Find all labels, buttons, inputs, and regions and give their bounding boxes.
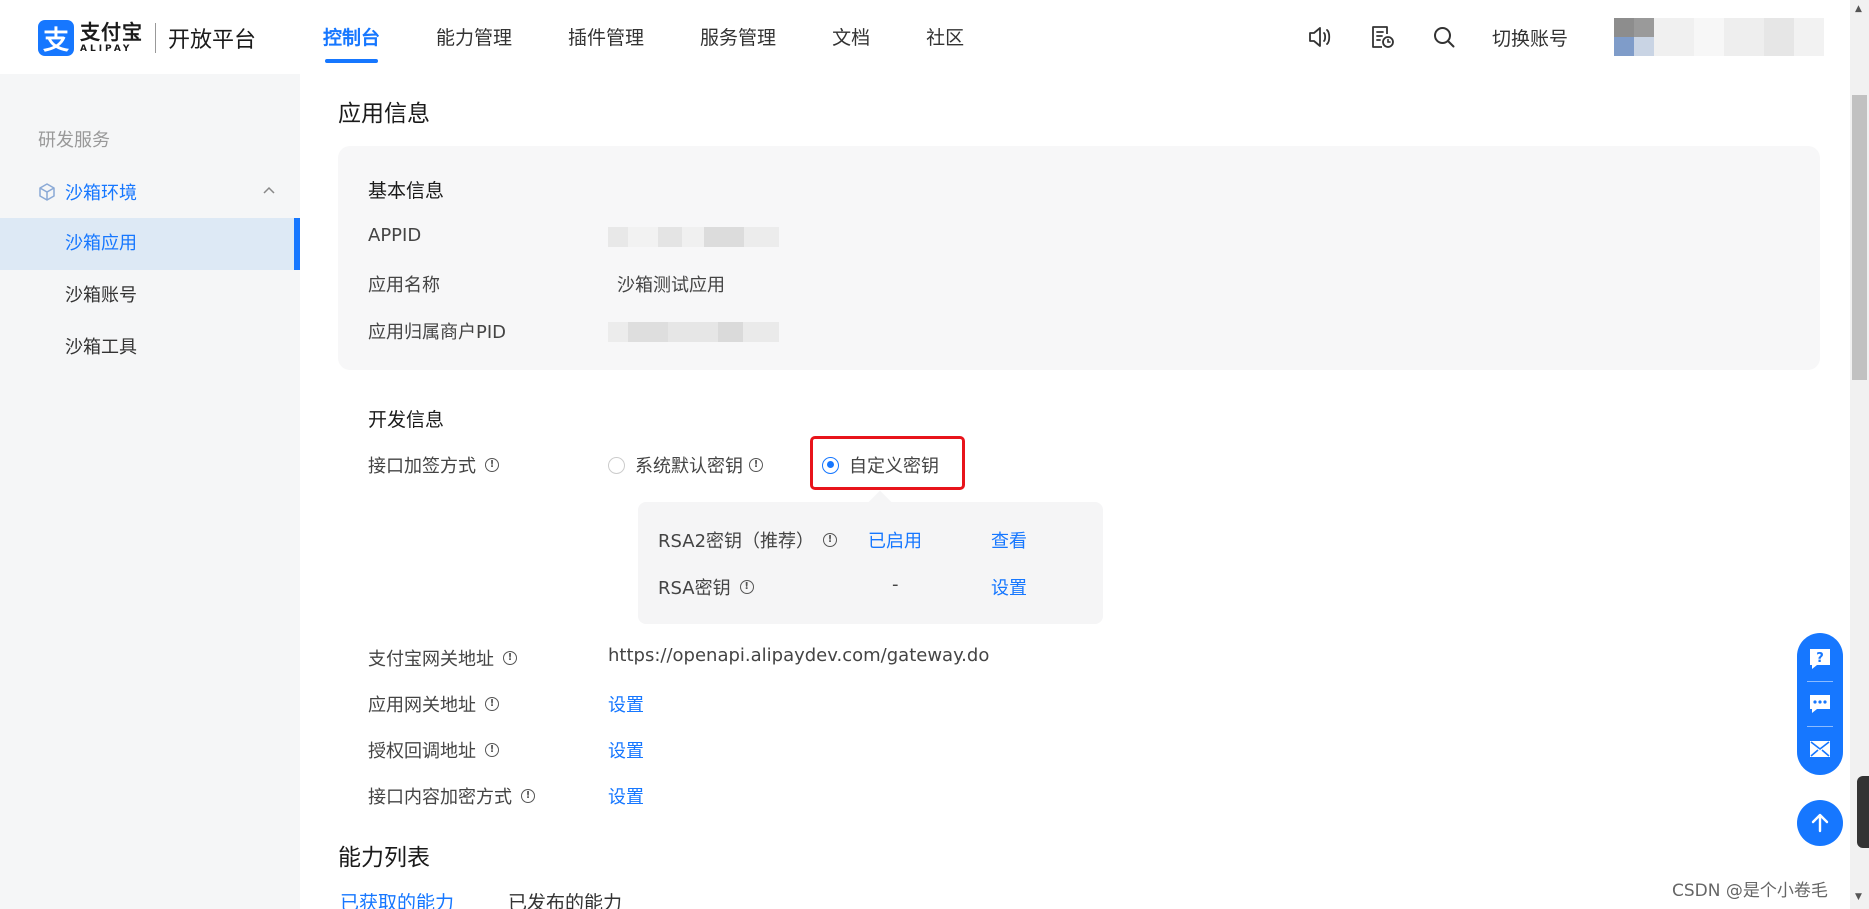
chat-icon[interactable]	[1806, 690, 1834, 718]
sidebar-item-sandbox-tools[interactable]: 沙箱工具	[0, 322, 300, 374]
search-icon[interactable]	[1430, 23, 1458, 51]
radio-button[interactable]	[608, 456, 625, 474]
arrow-up-icon	[1811, 813, 1829, 833]
speaker-icon[interactable]	[1306, 23, 1334, 51]
alipay-logo-icon: 支	[38, 20, 74, 56]
sidebar-item-sandbox-app[interactable]: 沙箱应用	[0, 218, 300, 270]
alipay-gateway-label: 支付宝网关地址!	[368, 645, 517, 671]
app-name-label: 应用名称	[368, 275, 440, 296]
appid-value	[608, 227, 779, 247]
rsa2-label: RSA2密钥（推荐）!	[658, 527, 838, 553]
platform-name: 开放平台	[168, 28, 257, 53]
content-encrypt-set-link[interactable]: 设置	[608, 783, 644, 809]
info-icon[interactable]: !	[521, 789, 535, 803]
app-name-value: 沙箱测试应用	[617, 275, 725, 296]
nav-console[interactable]: 控制台	[323, 0, 380, 74]
basic-info-title: 基本信息	[368, 180, 445, 202]
scroll-down-arrow-icon[interactable]: ▼	[1855, 892, 1862, 902]
logo-en-text: ALIPAY	[80, 44, 133, 54]
scroll-up-arrow-icon[interactable]: ▲	[1855, 4, 1862, 14]
rsa2-status: 已启用	[868, 531, 922, 552]
alipay-logo[interactable]: 支 支付宝 ALIPAY 开放平台	[38, 20, 256, 56]
rsa-set-link[interactable]: 设置	[991, 574, 1027, 600]
mail-icon[interactable]	[1806, 735, 1834, 763]
nav-community[interactable]: 社区	[926, 0, 964, 74]
ability-tabs: 已获取的能力 已发布的能力	[340, 888, 676, 909]
top-navigation-bar: 支 支付宝 ALIPAY 开放平台 控制台 能力管理 插件管理 服务管理 文档 …	[0, 0, 1850, 74]
logo-divider	[155, 23, 156, 53]
nav-service-management[interactable]: 服务管理	[700, 0, 776, 74]
switch-account-link[interactable]: 切换账号	[1492, 24, 1568, 51]
main-content: 应用信息 基本信息 APPID 应用名称 沙箱测试应用 应用归属商户PID 开发…	[300, 74, 1850, 909]
sidebar-item-sandbox-account[interactable]: 沙箱账号	[0, 270, 300, 322]
radio-system-default-key[interactable]: 系统默认密钥!	[608, 452, 763, 478]
watermark-text: CSDN @是个小卷毛	[1672, 881, 1828, 901]
info-icon[interactable]: !	[485, 697, 499, 711]
content-encrypt-label: 接口内容加密方式!	[368, 783, 535, 809]
app-gateway-label: 应用网关地址!	[368, 691, 499, 717]
logo-cn-text: 支付宝	[80, 20, 143, 44]
page-title: 应用信息	[338, 101, 430, 127]
sidebar: 研发服务 沙箱环境 沙箱应用 沙箱账号 沙箱工具	[0, 74, 300, 909]
app-gateway-set-link[interactable]: 设置	[608, 691, 644, 717]
header-actions: 切换账号	[1306, 0, 1850, 74]
nav-ability-management[interactable]: 能力管理	[436, 0, 512, 74]
appid-label: APPID	[368, 225, 422, 246]
rsa-label: RSA密钥!	[658, 574, 754, 600]
callback-url-set-link[interactable]: 设置	[608, 737, 644, 763]
info-icon[interactable]: !	[749, 458, 763, 472]
tab-acquired-abilities[interactable]: 已获取的能力	[340, 888, 454, 909]
tab-published-abilities[interactable]: 已发布的能力	[508, 888, 622, 909]
nav-plugin-management[interactable]: 插件管理	[568, 0, 644, 74]
annotation-highlight-box	[810, 436, 965, 490]
pid-label: 应用归属商户PID	[368, 322, 507, 343]
nav-docs[interactable]: 文档	[832, 0, 870, 74]
sidebar-item-sandbox-env[interactable]: 沙箱环境	[0, 174, 300, 210]
vertical-scrollbar[interactable]: ▲ ▼	[1850, 0, 1869, 909]
key-settings-box	[638, 502, 1103, 624]
account-avatar[interactable]	[1614, 18, 1824, 56]
svg-text:?: ?	[1816, 651, 1824, 666]
sidebar-group-title: 研发服务	[38, 130, 110, 151]
main-nav: 控制台 能力管理 插件管理 服务管理 文档 社区	[323, 0, 1020, 74]
rsa2-view-link[interactable]: 查看	[991, 527, 1027, 553]
floating-help-panel: ?	[1797, 633, 1843, 775]
cube-icon	[39, 183, 55, 201]
info-icon[interactable]: !	[485, 743, 499, 757]
info-icon[interactable]: !	[503, 651, 517, 665]
callback-url-label: 授权回调地址!	[368, 737, 499, 763]
ability-list-title: 能力列表	[338, 845, 430, 871]
alipay-gateway-value: https://openapi.alipaydev.com/gateway.do	[608, 645, 990, 666]
basic-info-card	[338, 146, 1820, 370]
back-to-top-button[interactable]	[1797, 800, 1843, 846]
info-icon[interactable]: !	[823, 533, 838, 547]
chevron-up-icon[interactable]	[260, 182, 278, 200]
scroll-thumb[interactable]	[1852, 95, 1867, 380]
info-icon[interactable]: !	[485, 458, 499, 472]
info-icon[interactable]: !	[739, 580, 754, 594]
dev-info-title: 开发信息	[368, 409, 445, 431]
help-question-icon[interactable]: ?	[1806, 645, 1834, 673]
rsa-status: -	[892, 574, 899, 595]
sign-method-label: 接口加签方式!	[368, 452, 499, 478]
document-clock-icon[interactable]	[1368, 23, 1396, 51]
pid-value	[608, 322, 779, 342]
sidebar-parent-label: 沙箱环境	[65, 183, 137, 204]
side-widget-tab[interactable]	[1857, 776, 1869, 848]
